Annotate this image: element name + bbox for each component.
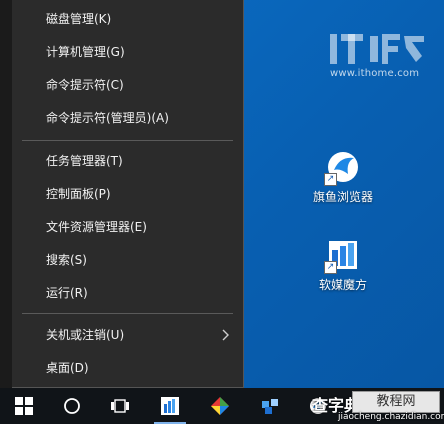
menu-item-file-explorer[interactable]: 文件资源管理器(E) (12, 213, 243, 241)
desktop-icon-label: 旗鱼浏览器 (312, 190, 373, 204)
qiyu-browser-icon: ↗ (324, 150, 360, 186)
task-view-icon (111, 399, 129, 413)
menu-item-task-manager[interactable]: 任务管理器(T) (12, 147, 243, 175)
shortcut-arrow-icon: ↗ (324, 173, 337, 186)
ruanmei-app-icon (161, 397, 179, 415)
task-view-button[interactable] (100, 388, 140, 424)
menu-item-run[interactable]: 运行(R) (12, 279, 243, 307)
winx-context-menu: 磁盘管理(K) 计算机管理(G) 命令提示符(C) 命令提示符(管理员)(A) … (12, 0, 244, 388)
start-button[interactable] (4, 388, 44, 424)
menu-item-control-panel[interactable]: 控制面板(P) (12, 180, 243, 208)
menu-item-desktop[interactable]: 桌面(D) (12, 354, 243, 382)
desktop-icon-label: 软媒魔方 (318, 278, 367, 292)
taskbar-app-colorful[interactable] (200, 388, 240, 424)
watermark-box: 教程网 (352, 391, 440, 413)
taskbar-app-blocks[interactable] (250, 388, 290, 424)
desktop-icon-ruanmei-mofang[interactable]: ↗ 软媒魔方 (298, 238, 388, 293)
menu-item-command-prompt-admin[interactable]: 命令提示符(管理员)(A) (12, 104, 243, 132)
windows-logo-icon (15, 397, 33, 415)
menu-separator (22, 313, 233, 314)
search-circle-icon (64, 398, 80, 414)
search-button[interactable] (52, 388, 92, 424)
chevron-right-icon (222, 329, 229, 341)
menu-item-label: 关机或注销(U) (46, 328, 125, 342)
menu-item-command-prompt[interactable]: 命令提示符(C) (12, 71, 243, 99)
menu-item-shutdown-signout[interactable]: 关机或注销(U) (12, 321, 243, 349)
menu-item-search[interactable]: 搜索(S) (12, 246, 243, 274)
colorful-app-icon (211, 397, 229, 415)
ruanmei-mofang-icon: ↗ (324, 238, 360, 274)
blocks-app-icon (262, 399, 278, 414)
menu-item-computer-management[interactable]: 计算机管理(G) (12, 38, 243, 66)
desktop-icon-qiyu-browser[interactable]: ↗ 旗鱼浏览器 (298, 150, 388, 205)
watermark-site-url: jiaocheng.chazidian.com (338, 412, 444, 422)
taskbar-app-ruanmei[interactable] (150, 388, 190, 424)
shortcut-arrow-icon: ↗ (324, 261, 337, 274)
start-edge (0, 0, 12, 388)
watermark-url: www.ithome.com (330, 68, 420, 79)
menu-separator (22, 140, 233, 141)
menu-item-disk-management[interactable]: 磁盘管理(K) (12, 5, 243, 33)
